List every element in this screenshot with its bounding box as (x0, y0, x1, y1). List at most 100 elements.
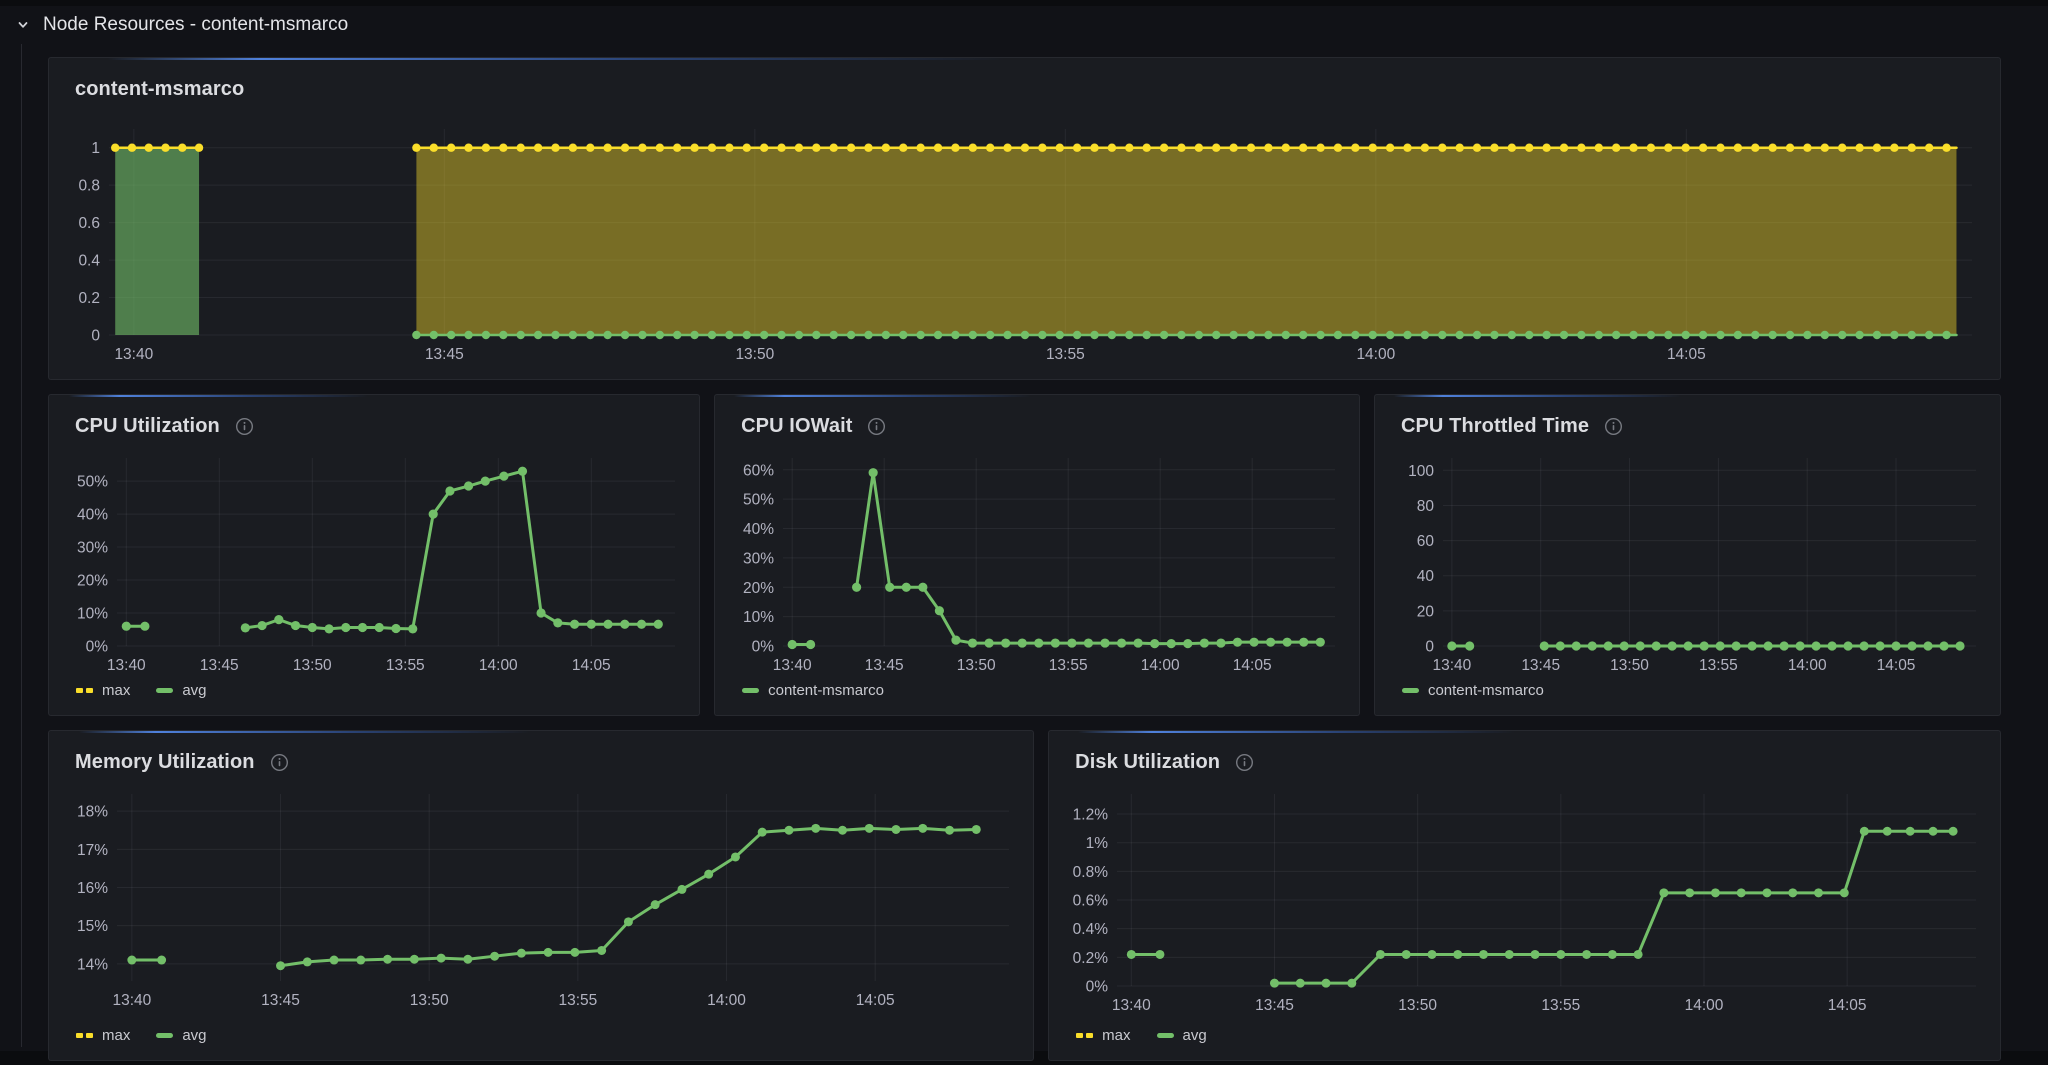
svg-text:13:40: 13:40 (773, 657, 812, 674)
svg-text:0.2: 0.2 (78, 290, 100, 307)
panel-content-msmarco: content-msmarco 0 0.2 0.4 0.6 0.8 1 13:40 13:45… (48, 57, 2001, 380)
memory-utilization-chart[interactable]: 14% 15% 16% 17% 18% 13:40 13:45 13:50 13:55 14:00… (59, 776, 1023, 1027)
legend: max avg (1049, 1027, 2000, 1060)
legend-label: avg (182, 682, 207, 699)
svg-text:17%: 17% (77, 842, 108, 859)
disk-utilization-chart[interactable]: 0% 0.2% 0.4% 0.6% 0.8% 1% 1.2% 13:40 13:45 13:50 1… (1059, 776, 1990, 1027)
svg-text:13:40: 13:40 (112, 992, 151, 1009)
svg-text:0: 0 (1425, 639, 1434, 656)
svg-text:13:40: 13:40 (1112, 997, 1151, 1014)
legend-swatch-dashed (76, 1033, 93, 1038)
legend-item-avg[interactable]: avg (1156, 1027, 1207, 1044)
svg-text:0.6%: 0.6% (1073, 893, 1109, 910)
svg-text:13:55: 13:55 (1542, 997, 1581, 1014)
svg-text:50%: 50% (77, 474, 108, 491)
info-icon[interactable] (235, 417, 254, 436)
section-header[interactable]: Node Resources - content-msmarco (16, 8, 348, 42)
info-icon[interactable] (1604, 417, 1623, 436)
panel-header: Memory Utilization (49, 731, 1033, 774)
svg-text:13:50: 13:50 (735, 346, 774, 363)
cpu-iowait-chart[interactable]: 0% 10% 20% 30% 40% 50% 60% 13:40 13:45 13:50 13:55… (725, 440, 1349, 682)
svg-text:1.2%: 1.2% (1073, 807, 1109, 824)
node-summary-chart[interactable]: 0 0.2 0.4 0.6 0.8 1 13:40 13:45 13:50 13:55 14:00 1… (59, 103, 1990, 379)
svg-text:13:45: 13:45 (1521, 657, 1560, 674)
panel-disk-utilization: Disk Utilization 0% 0.2% 0.4% 0.6% 0.8% 1% 1.2… (1048, 730, 2001, 1061)
legend-swatch-solid (1156, 1033, 1174, 1038)
svg-text:14:05: 14:05 (1877, 657, 1916, 674)
svg-text:13:55: 13:55 (1699, 657, 1738, 674)
cpu-utilization-chart[interactable]: 0% 10% 20% 30% 40% 50% 13:40 13:45 13:50 13:55 14:… (59, 440, 689, 682)
svg-text:80: 80 (1417, 498, 1435, 515)
svg-text:0.4%: 0.4% (1073, 921, 1109, 938)
svg-text:15%: 15% (77, 918, 108, 935)
svg-text:14:00: 14:00 (1685, 997, 1724, 1014)
svg-text:40%: 40% (77, 507, 108, 524)
legend-item-content-msmarco[interactable]: content-msmarco (742, 682, 884, 699)
legend-swatch-solid (156, 688, 174, 693)
svg-text:0.4: 0.4 (78, 253, 100, 270)
svg-text:14:05: 14:05 (572, 657, 611, 674)
svg-text:13:50: 13:50 (957, 657, 996, 674)
row-cpu: CPU Utilization 0% 10% 20% 30% 40% 50% 13:40 13… (48, 394, 2001, 716)
svg-text:13:40: 13:40 (1432, 657, 1471, 674)
chevron-down-icon[interactable] (16, 18, 30, 32)
svg-text:0%: 0% (86, 639, 109, 656)
panel-title[interactable]: CPU Throttled Time (1401, 415, 1589, 438)
panel-title[interactable]: content-msmarco (75, 78, 244, 101)
svg-text:18%: 18% (77, 804, 108, 821)
legend-item-max[interactable]: max (1076, 1027, 1131, 1044)
legend: content-msmarco (715, 682, 1359, 715)
panel-cpu-iowait: CPU IOWait 0% 10% 20% 30% 40% 50% 60% 13:40 13:4… (714, 394, 1360, 716)
svg-text:13:45: 13:45 (200, 657, 239, 674)
svg-text:14:05: 14:05 (1667, 346, 1706, 363)
panel-header: CPU Utilization (49, 395, 699, 438)
legend-swatch-dashed (1076, 1033, 1094, 1038)
info-icon[interactable] (270, 753, 289, 772)
legend: content-msmarco (1375, 682, 2000, 715)
svg-text:30%: 30% (743, 550, 774, 567)
svg-text:50%: 50% (743, 492, 774, 509)
svg-text:13:50: 13:50 (1398, 997, 1437, 1014)
cpu-throttled-time-chart[interactable]: 0 20 40 60 80 100 13:40 13:45 13:50 13:55 14:00 14:… (1385, 440, 1990, 682)
svg-text:14%: 14% (77, 956, 108, 973)
panel-header: CPU Throttled Time (1375, 395, 2000, 438)
legend-item-max[interactable]: max (76, 682, 130, 699)
legend-label: max (1102, 1027, 1131, 1044)
svg-text:13:45: 13:45 (425, 346, 464, 363)
info-icon[interactable] (1235, 753, 1254, 772)
dashboard: Node Resources - content-msmarco content… (0, 0, 2048, 1065)
legend-label: max (102, 1027, 131, 1044)
svg-text:14:05: 14:05 (856, 992, 895, 1009)
legend-item-content-msmarco[interactable]: content-msmarco (1401, 682, 1544, 699)
svg-text:13:45: 13:45 (865, 657, 904, 674)
legend-item-max[interactable]: max (76, 1027, 130, 1044)
legend: max avg (49, 1027, 1033, 1060)
legend-label: content-msmarco (1427, 682, 1544, 699)
svg-text:40%: 40% (743, 521, 774, 538)
legend-item-avg[interactable]: avg (156, 1027, 207, 1044)
panel-title[interactable]: CPU IOWait (741, 415, 852, 438)
legend-label: content-msmarco (768, 682, 884, 699)
svg-text:30%: 30% (77, 540, 108, 557)
svg-text:20: 20 (1417, 603, 1435, 620)
info-icon[interactable] (867, 417, 886, 436)
svg-text:10%: 10% (743, 609, 774, 626)
panel-title[interactable]: CPU Utilization (75, 415, 220, 438)
svg-text:13:55: 13:55 (386, 657, 425, 674)
svg-text:1%: 1% (1086, 835, 1109, 852)
section-title[interactable]: Node Resources - content-msmarco (43, 14, 348, 36)
svg-text:0.8: 0.8 (78, 178, 100, 195)
panel-header: CPU IOWait (715, 395, 1359, 438)
legend-swatch-solid (742, 688, 760, 693)
svg-text:14:05: 14:05 (1233, 657, 1272, 674)
panel-title[interactable]: Memory Utilization (75, 751, 255, 774)
legend-item-avg[interactable]: avg (156, 682, 207, 699)
panel-header: content-msmarco (49, 58, 2000, 101)
svg-text:20%: 20% (743, 580, 774, 597)
legend-label: max (102, 682, 131, 699)
panel-title[interactable]: Disk Utilization (1075, 751, 1220, 774)
svg-text:14:00: 14:00 (707, 992, 746, 1009)
svg-text:1: 1 (91, 140, 100, 157)
svg-text:14:00: 14:00 (1141, 657, 1180, 674)
svg-text:13:40: 13:40 (114, 346, 153, 363)
